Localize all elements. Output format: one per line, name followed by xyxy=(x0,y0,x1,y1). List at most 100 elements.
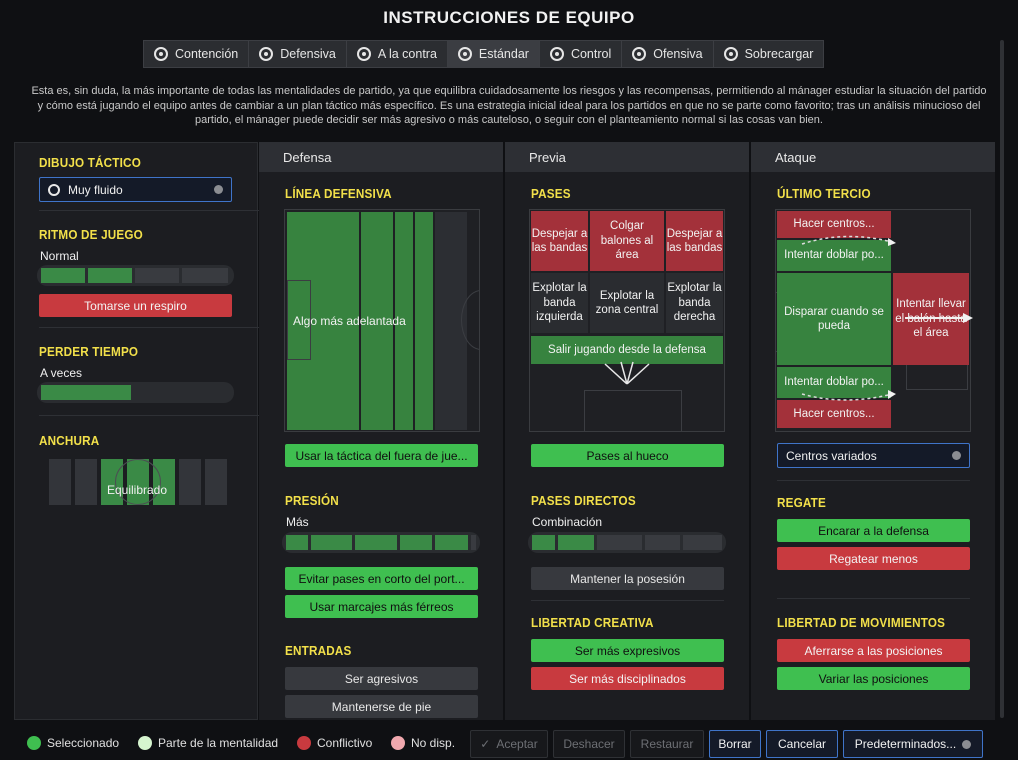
width-zone xyxy=(205,459,227,505)
restore-button[interactable]: Restaurar xyxy=(630,730,704,758)
legend-dot xyxy=(391,736,405,750)
slider-segment xyxy=(41,385,131,400)
tab-ofensiva[interactable]: Ofensiva xyxy=(622,41,714,67)
regatear-menos-button[interactable]: Regatear menos xyxy=(777,547,970,570)
left-panel: DIBUJO TÁCTICO Muy fluido RITMO DE JUEGO… xyxy=(14,142,259,720)
divider xyxy=(777,598,970,599)
column-separator xyxy=(749,142,751,720)
dropdown-knob-icon xyxy=(962,739,972,749)
slider-segment xyxy=(399,535,433,550)
ser-agresivos-button[interactable]: Ser agresivos xyxy=(285,667,478,690)
undo-button[interactable]: Deshacer xyxy=(553,730,625,758)
mentality-tabs: Contención Defensiva A la contra Estánda… xyxy=(143,40,825,68)
pass-option[interactable]: Explotar la banda izquierda xyxy=(531,273,588,333)
slider-segment xyxy=(88,268,132,283)
mantenerse-de-pie-button[interactable]: Mantenerse de pie xyxy=(285,695,478,718)
tab-contencion[interactable]: Contención xyxy=(144,41,250,67)
pass-option[interactable]: Explotar la zona central xyxy=(590,273,664,333)
evitar-pases-portero-button[interactable]: Evitar pases en corto del port... xyxy=(285,567,478,590)
tab-label: A la contra xyxy=(377,47,437,61)
section-title: LÍNEA DEFENSIVA xyxy=(285,186,392,201)
balance-icon xyxy=(457,47,472,61)
perder-section: PERDER TIEMPO xyxy=(39,344,249,359)
tab-sobrecargar[interactable]: Sobrecargar xyxy=(714,41,824,67)
aferrarse-posiciones-button[interactable]: Aferrarse a las posiciones xyxy=(777,639,970,662)
clear-button[interactable]: Borrar xyxy=(709,730,761,758)
section-title: PASES xyxy=(531,186,571,201)
variar-posiciones-button[interactable]: Variar las posiciones xyxy=(777,667,970,690)
tab-a-la-contra[interactable]: A la contra xyxy=(347,41,448,67)
dibujo-section: DIBUJO TÁCTICO xyxy=(39,155,249,170)
ser-mas-expresivos-button[interactable]: Ser más expresivos xyxy=(531,639,724,662)
slider-segment xyxy=(644,535,680,550)
slider-segment xyxy=(596,535,642,550)
box-line xyxy=(584,390,682,431)
tab-estandar[interactable]: Estándar xyxy=(447,41,540,67)
scrollbar[interactable] xyxy=(1000,40,1004,718)
divider xyxy=(39,327,259,328)
bottom-bar: Seleccionado Parte de la mentalidad Conf… xyxy=(0,722,1018,760)
tab-control[interactable]: Control xyxy=(540,41,623,67)
tab-label: Contención xyxy=(175,47,239,61)
section-title: ENTRADAS xyxy=(285,643,352,658)
legend-label: Conflictivo xyxy=(317,736,373,750)
legend-item: Conflictivo xyxy=(297,736,372,750)
legend-item: Seleccionado xyxy=(27,736,119,750)
legend-dot xyxy=(297,736,311,750)
button-label: Aceptar xyxy=(496,737,538,751)
centros-select[interactable]: Centros variados xyxy=(777,443,970,468)
width-zone xyxy=(75,459,97,505)
tomarse-respiro-button[interactable]: Tomarse un respiro xyxy=(39,294,232,317)
cross-arrow-icon xyxy=(801,235,896,246)
button-label: Predeterminados... xyxy=(854,737,957,751)
defaults-button[interactable]: Predeterminados... xyxy=(843,730,983,758)
pass-option[interactable]: Despejar a las bandas xyxy=(531,211,588,271)
final-third-option[interactable]: Disparar cuando se pueda xyxy=(777,273,891,365)
accept-button[interactable]: ✓ Aceptar xyxy=(470,730,548,758)
control-icon xyxy=(549,47,564,61)
width-zone xyxy=(179,459,201,505)
column-header-ataque: Ataque xyxy=(751,142,995,172)
directos-slider[interactable] xyxy=(528,532,726,553)
tab-label: Estándar xyxy=(478,47,529,61)
counter-icon xyxy=(356,47,371,61)
encarar-defensa-button[interactable]: Encarar a la defensa xyxy=(777,519,970,542)
center-circle xyxy=(115,459,161,505)
marcajes-ferreos-button[interactable]: Usar marcajes más férreos xyxy=(285,595,478,618)
anchura-value: Equilibrado xyxy=(106,483,168,497)
anchura-pitch[interactable]: Equilibrado xyxy=(39,455,235,509)
select-value: Centros variados xyxy=(786,448,877,463)
legend-label: Parte de la mentalidad xyxy=(158,736,279,750)
defensive-line-pitch[interactable]: Algo más adelantada xyxy=(284,209,480,432)
ritmo-slider[interactable] xyxy=(37,265,234,286)
pass-option[interactable]: Colgar balones al área xyxy=(590,211,664,271)
tab-label: Ofensiva xyxy=(653,47,703,61)
section-title: ÚLTIMO TERCIO xyxy=(777,186,871,201)
tab-label: Defensiva xyxy=(280,47,336,61)
tab-defensiva[interactable]: Defensiva xyxy=(249,41,347,67)
pases-al-hueco-button[interactable]: Pases al hueco xyxy=(531,444,724,467)
directos-value: Combinación xyxy=(532,515,603,529)
legend-dot xyxy=(27,736,41,750)
pass-arrows-icon xyxy=(604,361,650,385)
ser-mas-disciplinados-button[interactable]: Ser más disciplinados xyxy=(531,667,724,690)
section-title: LIBERTAD DE MOVIMIENTOS xyxy=(777,615,946,630)
dibujo-select[interactable]: Muy fluido xyxy=(39,177,232,202)
shield-icon xyxy=(154,47,168,61)
pass-option[interactable]: Despejar a las bandas xyxy=(666,211,723,271)
column-separator xyxy=(503,142,505,720)
dropdown-knob-icon xyxy=(952,451,961,460)
final-third-option[interactable]: Hacer centros... xyxy=(777,400,891,428)
slider-segment xyxy=(532,535,556,550)
pass-option[interactable]: Explotar la banda derecha xyxy=(666,273,723,333)
perder-slider[interactable] xyxy=(37,382,234,403)
legend-item: No disp. xyxy=(391,736,455,750)
section-title: RITMO DE JUEGO xyxy=(39,227,143,242)
section-title: DIBUJO TÁCTICO xyxy=(39,155,141,170)
slider-segment xyxy=(41,268,85,283)
mantener-posesion-button[interactable]: Mantener la posesión xyxy=(531,567,724,590)
presion-slider[interactable] xyxy=(282,532,480,553)
fuera-de-juego-button[interactable]: Usar la táctica del fuera de jue... xyxy=(285,444,478,467)
run-arrow-icon xyxy=(905,313,973,323)
cancel-button[interactable]: Cancelar xyxy=(766,730,838,758)
